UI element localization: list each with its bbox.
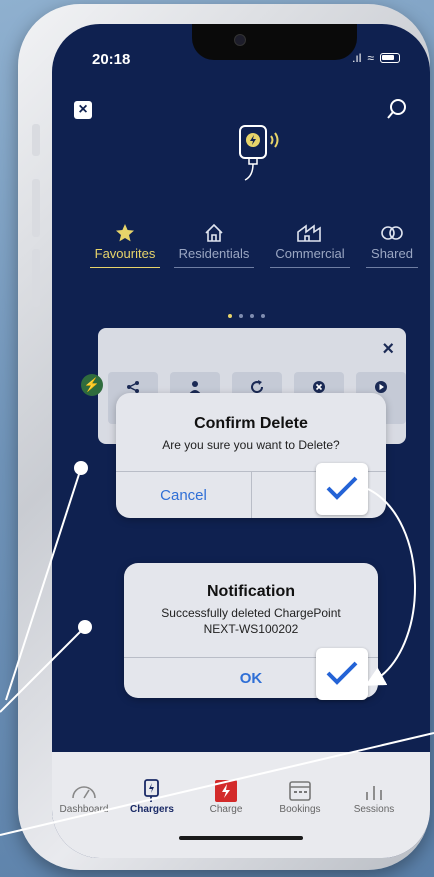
page-dot: [261, 314, 265, 318]
tab-label: Commercial: [270, 246, 350, 268]
dialog-title: Notification: [207, 583, 295, 600]
link-icon: [381, 226, 403, 240]
nav-label: Charge: [209, 804, 243, 815]
status-time: 20:18: [92, 51, 131, 68]
close-icon[interactable]: ×: [382, 338, 394, 361]
tab-commercial[interactable]: Commercial: [270, 222, 350, 268]
dialog-title: Confirm Delete: [194, 415, 308, 432]
page-indicator: [228, 314, 265, 318]
nav-charge[interactable]: Charge: [194, 778, 258, 815]
tab-label: Favourites: [90, 246, 160, 268]
charger-logo-icon: [239, 125, 279, 181]
wifi-icon: ≈: [367, 51, 374, 65]
dialog-divider: [251, 471, 252, 518]
play-icon: [375, 381, 387, 393]
delete-icon: [313, 381, 325, 393]
dialog-message-line1: Successfully deleted ChargePoint: [161, 606, 341, 620]
nav-label: Dashboard: [59, 804, 109, 815]
cancel-button[interactable]: Cancel: [116, 487, 251, 504]
dialog-message: Are you sure you want to Delete?: [162, 438, 340, 452]
calendar-icon: [289, 781, 311, 801]
bolt-icon: ⚡: [81, 374, 103, 396]
page-dot: [250, 314, 254, 318]
nav-sessions[interactable]: Sessions: [342, 778, 406, 815]
bars-icon: [366, 786, 382, 800]
tab-favourites[interactable]: Favourites: [90, 222, 160, 268]
app-screen: 20:18 .ıl ≈ × Favourites Residentials Co…: [52, 24, 430, 858]
nav-label: Chargers: [130, 804, 174, 815]
nav-dashboard[interactable]: Dashboard: [52, 778, 116, 815]
confirm-ok-callout: [316, 463, 368, 515]
share-icon: [127, 381, 139, 393]
status-icons: .ıl ≈: [352, 51, 400, 65]
signal-icon: .ıl: [352, 51, 362, 65]
checkmark-icon: [326, 476, 358, 500]
user-icon: [189, 381, 201, 394]
building-icon: [297, 224, 321, 242]
refresh-icon: [251, 380, 264, 394]
volume-down-button: [32, 249, 40, 307]
phone-frame: 20:18 .ıl ≈ × Favourites Residentials Co…: [18, 4, 430, 870]
checkmark-icon: [326, 661, 358, 685]
dialog-message-line2: NEXT-WS100202: [203, 622, 299, 636]
page-dot: [228, 314, 232, 318]
search-icon[interactable]: [386, 98, 408, 120]
camera-icon: [234, 34, 246, 46]
tab-residentials[interactable]: Residentials: [174, 222, 254, 268]
tab-label: Residentials: [174, 246, 254, 268]
volume-up-button: [32, 179, 40, 237]
close-button[interactable]: ×: [74, 101, 92, 119]
page-dot: [239, 314, 243, 318]
battery-icon: [380, 53, 400, 63]
tab-label: Shared: [366, 246, 418, 268]
nav-label: Bookings: [279, 804, 321, 815]
charger-icon: [144, 779, 159, 802]
notification-ok-callout: [316, 648, 368, 700]
house-icon: [205, 223, 223, 242]
nav-bookings[interactable]: Bookings: [268, 778, 332, 815]
star-icon: [116, 224, 134, 242]
charger-category-tabs: Favourites Residentials Commercial Share…: [90, 222, 430, 282]
notch: [192, 24, 357, 60]
mute-switch: [32, 124, 40, 156]
home-indicator: [179, 836, 303, 840]
bolt-icon: [215, 780, 237, 802]
bottom-nav: Dashboard Chargers Charge Bookings Sessi…: [52, 752, 430, 858]
tab-shared[interactable]: Shared: [366, 222, 418, 268]
nav-chargers[interactable]: Chargers: [120, 778, 184, 815]
nav-label: Sessions: [353, 804, 395, 815]
gauge-icon: [72, 786, 96, 799]
